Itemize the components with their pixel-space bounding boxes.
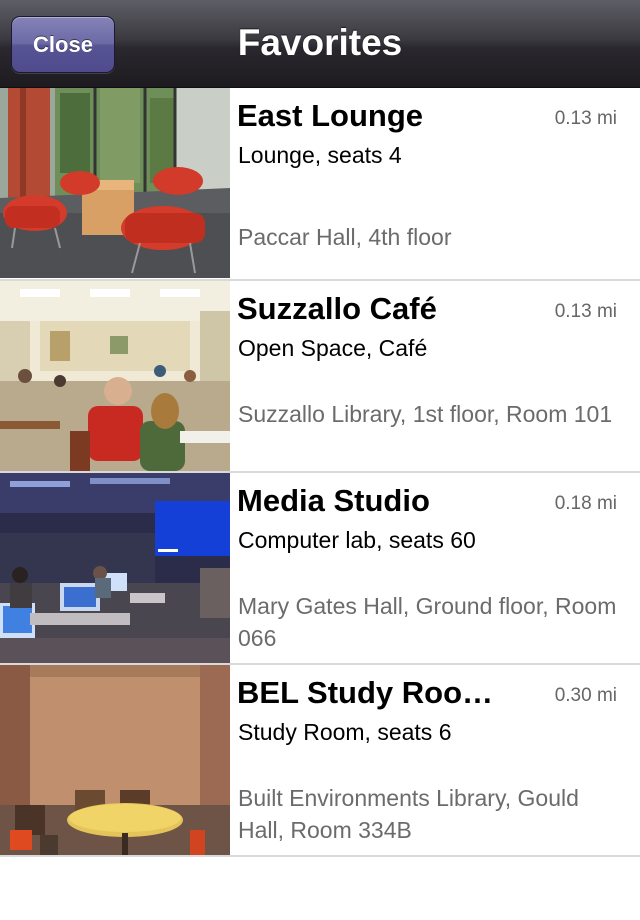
space-name: Suzzallo Café <box>237 291 437 326</box>
close-button[interactable]: Close <box>11 16 115 73</box>
distance-label: 0.30 mi <box>554 685 617 706</box>
space-name: East Lounge <box>237 98 424 133</box>
cafe-photo <box>0 281 230 471</box>
distance-label: 0.13 mi <box>554 108 617 129</box>
list-item[interactable]: Suzzallo Café 0.13 mi Open Space, Café S… <box>0 281 640 473</box>
study-room-photo <box>0 665 230 855</box>
list-item[interactable]: Media Studio 0.18 mi Computer lab, seats… <box>0 473 640 665</box>
space-location: Built Environments Library, Gould Hall, … <box>238 785 579 843</box>
list-item[interactable]: East Lounge 0.13 mi Lounge, seats 4 Pacc… <box>0 88 640 281</box>
favorites-list: East Lounge 0.13 mi Lounge, seats 4 Pacc… <box>0 88 640 857</box>
space-type: Study Room, seats 6 <box>238 719 452 745</box>
space-name: BEL Study Roo… <box>237 675 494 710</box>
space-location: Paccar Hall, 4th floor <box>238 224 452 250</box>
navigation-bar: Favorites Close <box>0 0 640 88</box>
distance-label: 0.18 mi <box>554 493 617 514</box>
computer-lab-photo <box>0 473 230 663</box>
space-type: Lounge, seats 4 <box>238 142 402 168</box>
lounge-photo <box>0 88 230 278</box>
space-location: Mary Gates Hall, Ground floor, Room 066 <box>238 593 617 651</box>
space-location: Suzzallo Library, 1st floor, Room 101 <box>238 401 613 427</box>
list-item[interactable]: BEL Study Roo… 0.30 mi Study Room, seats… <box>0 665 640 857</box>
space-name: Media Studio <box>237 483 430 518</box>
space-type: Computer lab, seats 60 <box>238 527 476 553</box>
distance-label: 0.13 mi <box>554 301 617 322</box>
space-type: Open Space, Café <box>238 335 428 361</box>
